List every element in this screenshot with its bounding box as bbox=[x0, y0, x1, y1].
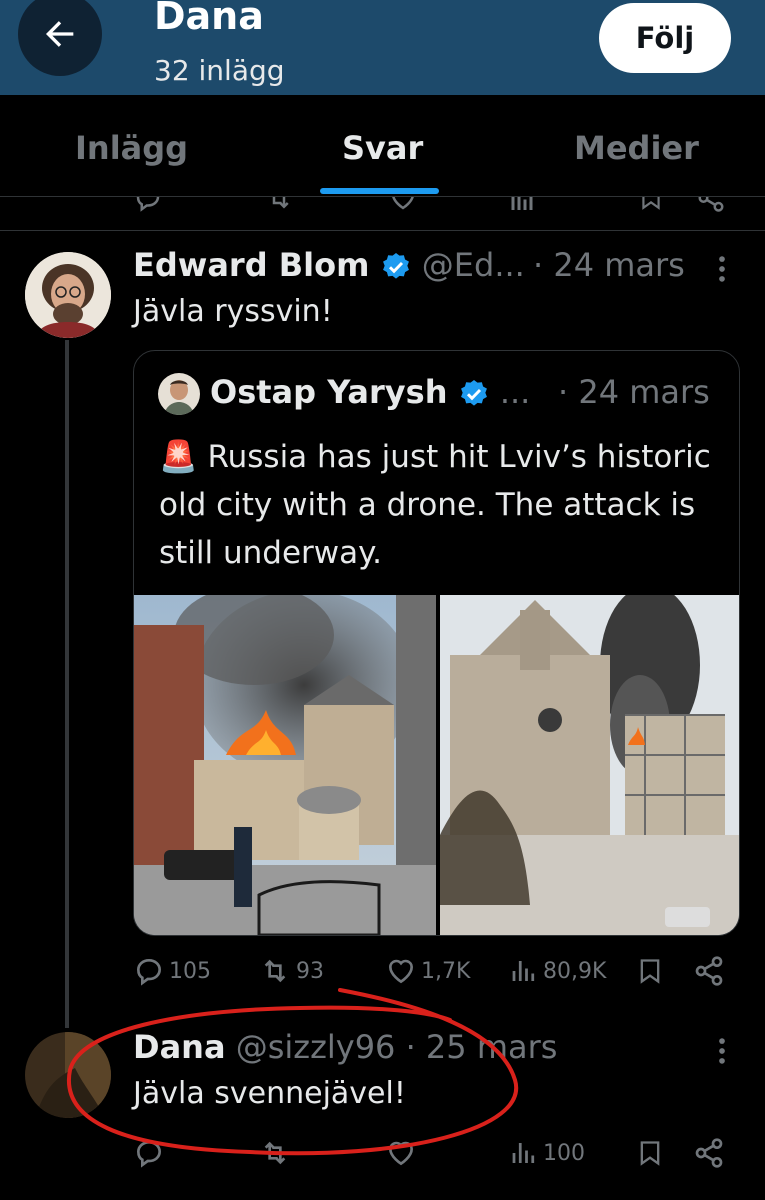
thread-line bbox=[65, 340, 69, 1028]
tweet-timestamp[interactable]: · 25 mars bbox=[406, 1028, 558, 1066]
profile-name: Dana bbox=[154, 0, 264, 38]
quote-avatar[interactable] bbox=[158, 373, 200, 415]
reply-icon[interactable] bbox=[133, 197, 163, 213]
bookmark-icon[interactable] bbox=[638, 197, 664, 213]
quote-header: Ostap Yarysh ... bbox=[210, 373, 530, 411]
reply-icon bbox=[136, 958, 162, 986]
avatar[interactable] bbox=[25, 1032, 111, 1118]
verified-badge-icon bbox=[382, 253, 409, 279]
follow-button[interactable]: Följ bbox=[599, 3, 731, 73]
quote-body: Russia has just hit Lviv’s historic old … bbox=[159, 439, 711, 571]
views-count: 100 bbox=[543, 1140, 585, 1166]
more-options-icon[interactable] bbox=[712, 1034, 732, 1068]
author-handle[interactable]: @sizzly96 bbox=[236, 1028, 396, 1066]
tweet-header: Dana @sizzly96 · 25 mars bbox=[133, 1028, 557, 1066]
arrow-left-icon bbox=[46, 21, 74, 47]
quote-author-name[interactable]: Ostap Yarysh bbox=[210, 373, 447, 411]
more-options-icon[interactable] bbox=[712, 252, 732, 286]
tweet-header: Edward Blom @Ed... bbox=[133, 246, 525, 284]
like-icon bbox=[388, 959, 414, 984]
share-icon[interactable] bbox=[693, 1137, 725, 1169]
tab-media[interactable]: Medier bbox=[574, 129, 699, 167]
repost-icon bbox=[264, 959, 286, 983]
verified-badge-icon bbox=[460, 380, 487, 406]
profile-tabs: Inlägg Svar Medier bbox=[0, 95, 765, 197]
reply-count: 105 bbox=[169, 958, 211, 984]
reply-button[interactable]: 105 bbox=[133, 955, 211, 987]
media-image-2[interactable] bbox=[440, 595, 739, 935]
reply-icon[interactable] bbox=[133, 1137, 165, 1169]
avatar[interactable] bbox=[25, 252, 111, 338]
tweet-text: Jävla ryssvin! bbox=[133, 294, 333, 329]
active-tab-indicator bbox=[320, 188, 439, 194]
quote-text: 🚨 Russia has just hit Lviv’s historic ol… bbox=[159, 433, 729, 577]
like-button[interactable]: 1,7K bbox=[385, 955, 470, 987]
media-image-1[interactable] bbox=[134, 595, 436, 935]
tab-posts[interactable]: Inlägg bbox=[75, 129, 188, 167]
bookmark-icon[interactable] bbox=[636, 1137, 664, 1169]
repost-button[interactable]: 93 bbox=[258, 955, 324, 987]
share-icon[interactable] bbox=[693, 955, 725, 987]
bookmark-icon[interactable] bbox=[636, 955, 664, 987]
repost-icon[interactable] bbox=[263, 197, 295, 213]
previous-tweet-actions bbox=[0, 197, 765, 231]
siren-icon: 🚨 bbox=[159, 439, 198, 475]
like-icon[interactable] bbox=[388, 197, 418, 213]
views-count: 80,9K bbox=[543, 958, 607, 984]
views-button[interactable]: 80,9K bbox=[509, 955, 606, 987]
views-button[interactable]: 100 bbox=[509, 1137, 585, 1169]
like-icon[interactable] bbox=[385, 1137, 417, 1169]
tweet-actions: 100 bbox=[133, 1137, 733, 1177]
tab-replies[interactable]: Svar bbox=[342, 129, 423, 167]
quoted-tweet[interactable]: Ostap Yarysh ... · 24 mars 🚨 Russia has … bbox=[133, 350, 740, 936]
author-handle[interactable]: @Ed... bbox=[422, 246, 525, 284]
author-name[interactable]: Dana bbox=[133, 1028, 226, 1066]
quote-timestamp[interactable]: · 24 mars bbox=[558, 373, 710, 411]
profile-header: Dana 32 inlägg Följ bbox=[0, 0, 765, 95]
like-count: 1,7K bbox=[421, 958, 471, 984]
views-icon[interactable] bbox=[510, 197, 570, 213]
tweet-actions: 105 93 1,7K 80,9K bbox=[133, 955, 733, 995]
author-name[interactable]: Edward Blom bbox=[133, 246, 369, 284]
views-icon bbox=[512, 961, 535, 981]
repost-icon[interactable] bbox=[258, 1137, 292, 1169]
repost-count: 93 bbox=[296, 958, 324, 984]
back-button[interactable] bbox=[18, 0, 102, 76]
share-icon[interactable] bbox=[696, 197, 726, 213]
views-icon bbox=[512, 1143, 535, 1163]
quote-author-handle[interactable]: ... bbox=[500, 373, 531, 411]
post-count: 32 inlägg bbox=[154, 54, 285, 87]
tweet-text: Jävla svennejävel! bbox=[133, 1076, 406, 1111]
tweet-timestamp[interactable]: · 24 mars bbox=[533, 246, 685, 284]
